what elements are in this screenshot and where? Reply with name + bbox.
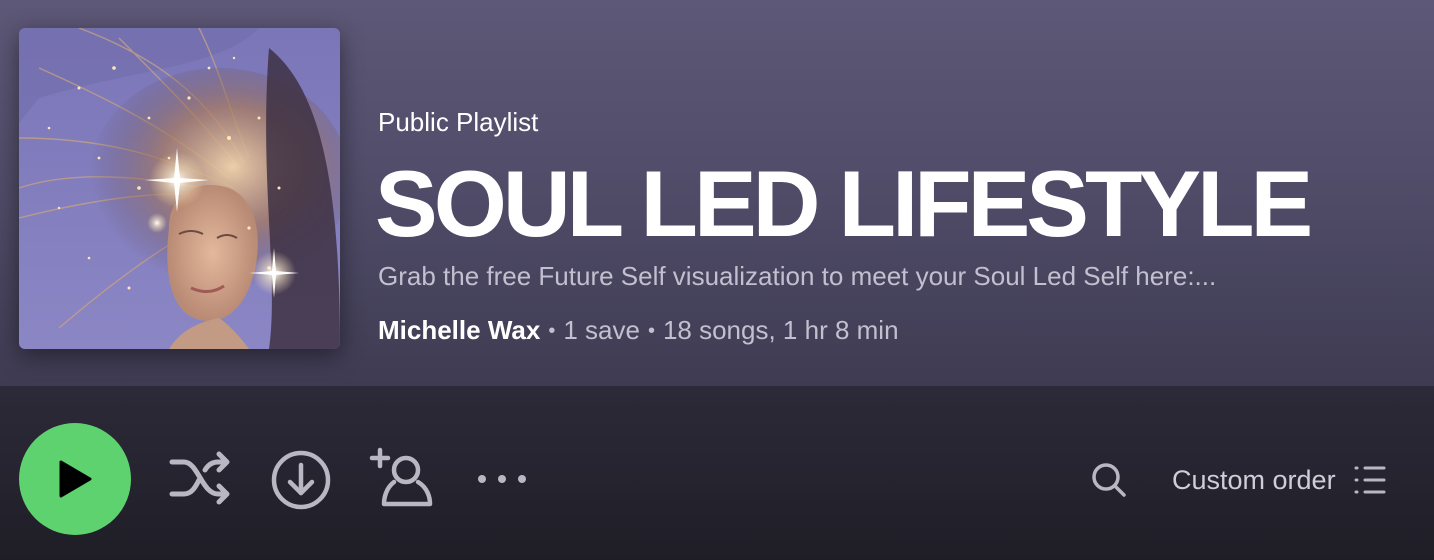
shuffle-icon [169,451,230,505]
cover-art-icon [19,28,340,349]
playlist-meta: Michelle Wax • 1 save • 18 songs, 1 hr 8 min [378,314,899,347]
add-collaborator-icon [369,447,433,507]
save-count: 1 save [563,315,640,345]
download-button[interactable] [270,449,332,511]
playlist-title[interactable]: SOUL LED LIFESTYLE [375,150,1313,258]
sort-order-button[interactable]: Custom order [1172,460,1386,500]
more-options-icon [478,475,526,483]
download-icon [271,450,331,510]
play-button[interactable] [19,423,131,535]
meta-separator: • [647,320,655,342]
playlist-cover-image[interactable] [19,28,340,349]
sort-order-label: Custom order [1172,465,1336,495]
action-bar: Custom order [0,386,1434,560]
playlist-description: Grab the free Future Self visualization … [378,261,1217,291]
search-icon [1092,463,1126,497]
owner-link[interactable]: Michelle Wax [378,315,540,345]
add-collaborator-button[interactable] [368,446,436,510]
more-options-button[interactable] [474,468,530,490]
search-in-playlist-button[interactable] [1090,461,1128,499]
playlist-stats: 18 songs, 1 hr 8 min [662,315,899,345]
list-icon [1354,466,1386,494]
playlist-type-label: Public Playlist [378,107,539,137]
playlist-header: Public Playlist SOUL LED LIFESTYLE Grab … [0,0,1434,386]
play-icon [59,460,92,498]
meta-separator: • [548,320,556,342]
shuffle-button[interactable] [168,450,234,506]
